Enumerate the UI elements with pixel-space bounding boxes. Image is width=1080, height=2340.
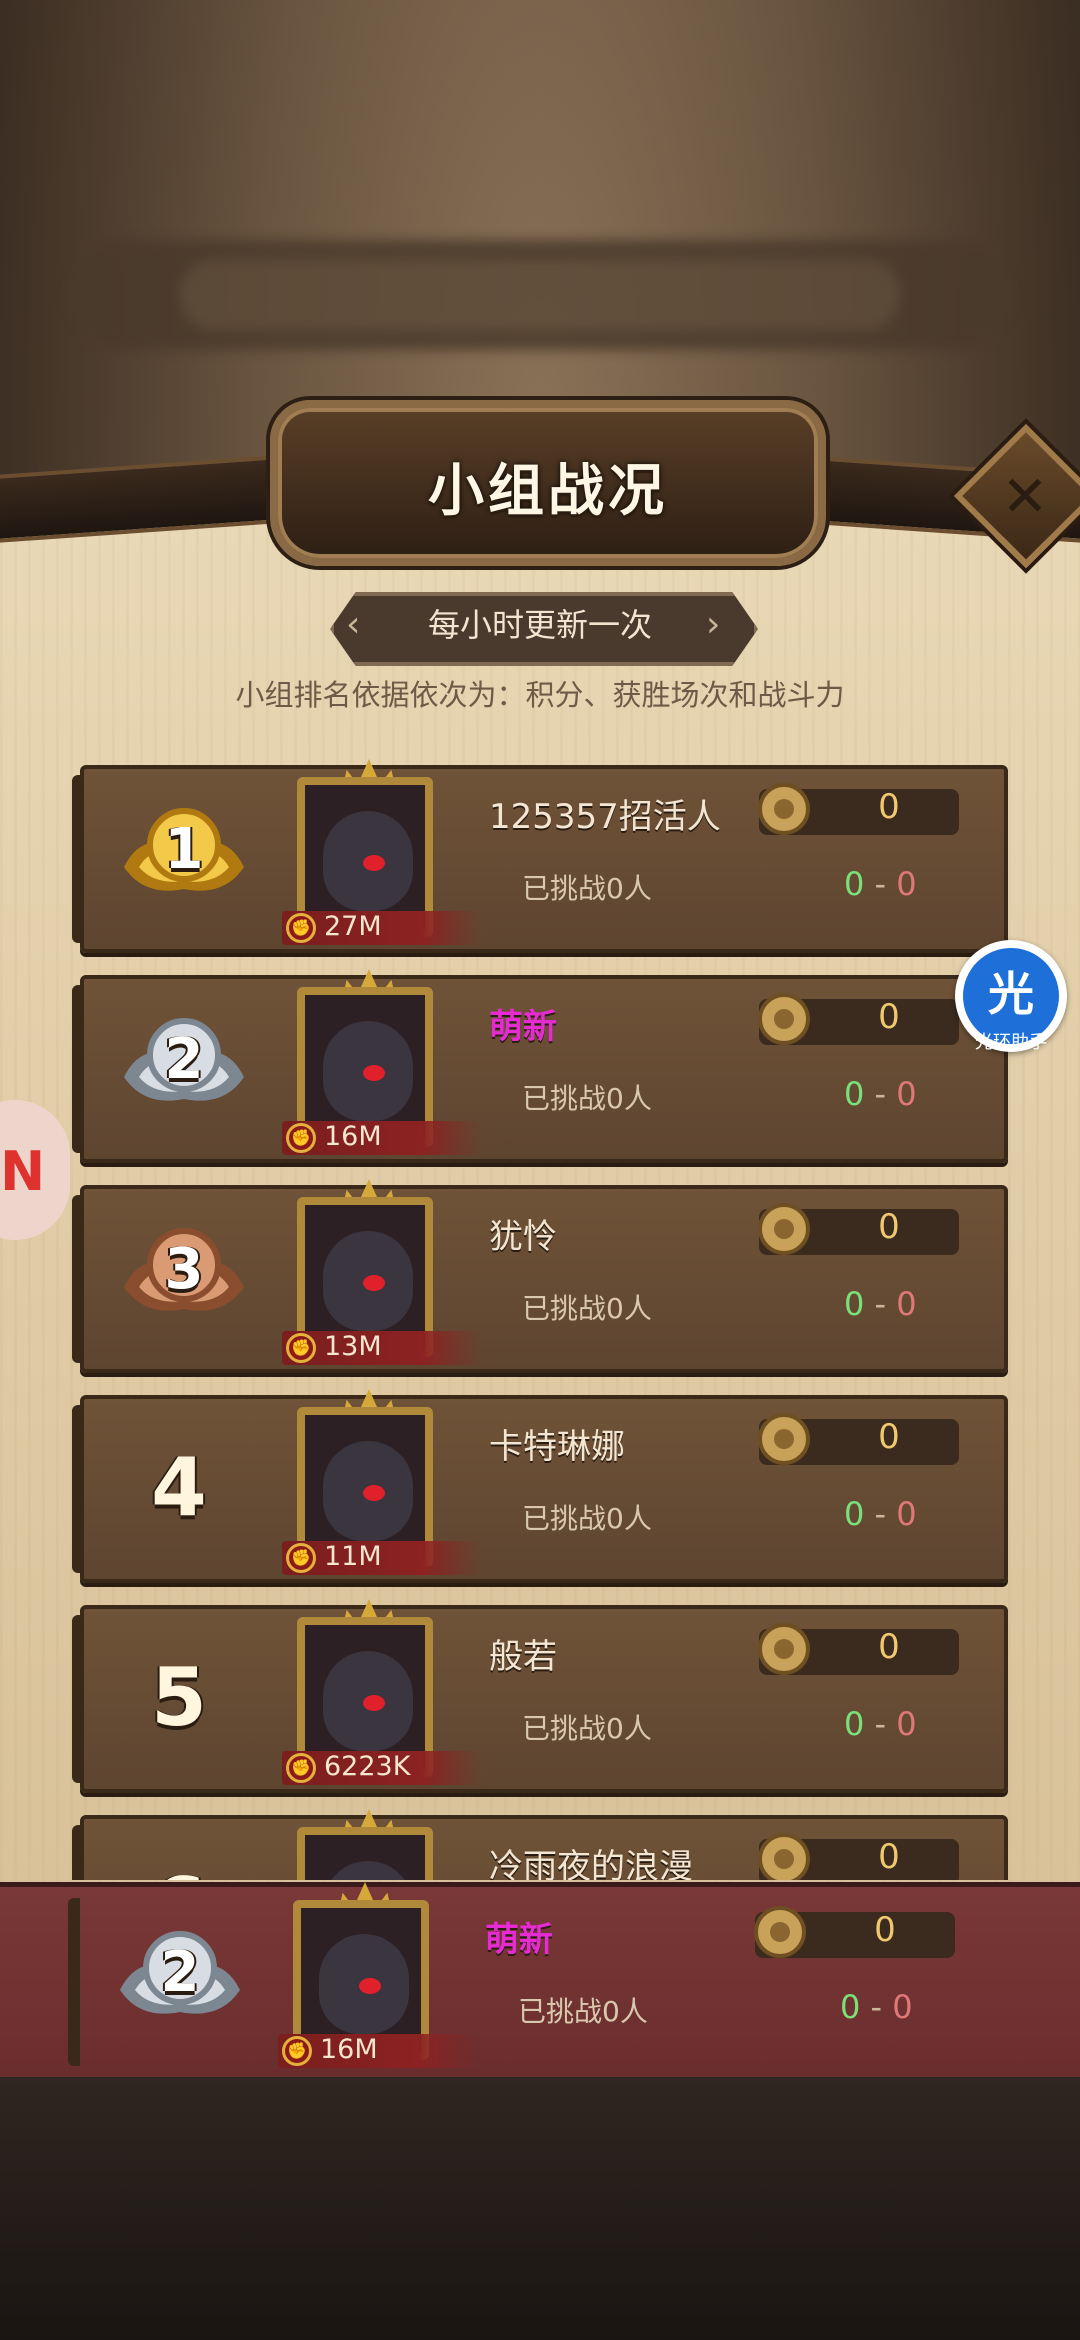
power-value: 13M	[324, 1331, 382, 1362]
power-badge: ✊ 6223K	[282, 1751, 482, 1785]
player-name: 萌新	[489, 1007, 557, 1047]
win-loss-record: 0 - 0	[844, 1705, 917, 1743]
win-loss-record: 0 - 0	[844, 865, 917, 903]
challenged-count: 已挑战0人	[522, 872, 652, 905]
power-value: 6223K	[324, 1751, 411, 1782]
challenged-count: 已挑战0人	[518, 1995, 648, 2028]
win-loss-record: 0 - 0	[840, 1988, 913, 2026]
score-emblem-icon	[758, 993, 810, 1045]
wins-value: 0	[844, 1285, 865, 1323]
losses-value: 0	[896, 1075, 917, 1113]
wins-value: 0	[844, 1075, 865, 1113]
fist-icon: ✊	[286, 1753, 316, 1783]
player-name: 125357招活人	[489, 797, 721, 837]
rank-number: 1	[164, 817, 204, 882]
player-name: 卡特琳娜	[489, 1427, 625, 1467]
score-value: 0	[878, 787, 900, 827]
challenged-count: 已挑战0人	[522, 1502, 652, 1535]
helper-float-button[interactable]: 光 光环助手	[955, 940, 1067, 1053]
score-emblem-icon	[758, 1623, 810, 1675]
wins-value: 0	[844, 1705, 865, 1743]
power-value: 11M	[324, 1541, 382, 1572]
fist-icon: ✊	[286, 1543, 316, 1573]
power-badge: ✊ 13M	[282, 1331, 482, 1365]
power-value: 16M	[320, 2034, 378, 2065]
losses-value: 0	[896, 1495, 917, 1533]
score-value: 0	[878, 997, 900, 1037]
helper-label: 光环助手	[975, 1032, 1047, 1053]
losses-value: 0	[896, 1705, 917, 1743]
losses-value: 0	[892, 1988, 913, 2026]
fist-icon: ✊	[286, 1333, 316, 1363]
win-loss-record: 0 - 0	[844, 1285, 917, 1323]
power-badge: ✊ 27M	[282, 911, 482, 945]
score-value: 0	[878, 1837, 900, 1877]
rank-number: 5	[151, 1651, 207, 1744]
challenged-count: 已挑战0人	[522, 1712, 652, 1745]
bottom-area	[0, 2077, 1080, 2340]
player-name: 萌新	[485, 1920, 553, 1960]
power-badge: ✊ 16M	[278, 2034, 478, 2068]
score-emblem-icon	[754, 1906, 806, 1958]
player-name: 冷雨夜的浪漫	[489, 1847, 693, 1880]
helper-icon: 光	[988, 967, 1034, 1021]
challenged-count: 已挑战0人	[522, 1082, 652, 1115]
ranking-row[interactable]: 1 ✊ 27M 125357招活人 已挑战0人 0 0 - 0	[72, 759, 1008, 953]
rank-number: 4	[151, 1441, 207, 1534]
side-float-icon: N	[0, 1140, 46, 1203]
power-badge: ✊ 11M	[282, 1541, 482, 1575]
avatar-frame	[297, 1827, 433, 1880]
score-value: 0	[874, 1910, 896, 1950]
player-avatar[interactable]	[289, 1809, 449, 1880]
power-badge: ✊ 16M	[282, 1121, 482, 1155]
score-value: 0	[878, 1207, 900, 1247]
wins-value: 0	[844, 1495, 865, 1533]
rank-number: 2	[160, 1940, 200, 2005]
fist-icon: ✊	[286, 913, 316, 943]
win-loss-record: 0 - 0	[844, 1075, 917, 1113]
challenged-count: 已挑战0人	[522, 1292, 652, 1325]
ranking-row[interactable]: 5 ✊ 6223K 般若 已挑战0人 0 0 - 0	[72, 1599, 1008, 1793]
score-emblem-icon	[758, 1833, 810, 1880]
player-name: 般若	[489, 1637, 557, 1677]
win-loss-record: 0 - 0	[844, 1495, 917, 1533]
fist-icon: ✊	[282, 2036, 312, 2066]
ranking-row[interactable]: 2 ✊ 16M 萌新 已挑战0人 0 0 - 0	[72, 969, 1008, 1163]
losses-value: 0	[896, 1285, 917, 1323]
rank-number: 6	[144, 1861, 214, 1880]
wins-value: 0	[844, 865, 865, 903]
my-rank-bar: 2 ✊ 16M 萌新 已挑战0人 0 0 - 0	[0, 1882, 1080, 2082]
rank-number: 2	[164, 1027, 204, 1092]
score-emblem-icon	[758, 1203, 810, 1255]
ranking-list[interactable]: 1 ✊ 27M 125357招活人 已挑战0人 0 0 - 0 2 ✊ 16M 萌新 已挑战0人 0 0 …	[0, 0, 1080, 1880]
ranking-row[interactable]: 4 ✊ 11M 卡特琳娜 已挑战0人 0 0 - 0	[72, 1389, 1008, 1583]
score-value: 0	[878, 1417, 900, 1457]
my-rank-row[interactable]: 2 ✊ 16M 萌新 已挑战0人 0 0 - 0	[68, 1882, 1000, 2072]
losses-value: 0	[896, 865, 917, 903]
ranking-row[interactable]: 6 冷雨夜的浪漫 0	[72, 1809, 1008, 1880]
power-value: 27M	[324, 911, 382, 942]
fist-icon: ✊	[286, 1123, 316, 1153]
rank-number: 3	[164, 1237, 204, 1302]
score-emblem-icon	[758, 1413, 810, 1465]
power-value: 16M	[324, 1121, 382, 1152]
player-name: 犹怜	[489, 1217, 557, 1257]
wins-value: 0	[840, 1988, 861, 2026]
score-emblem-icon	[758, 783, 810, 835]
ranking-row[interactable]: 3 ✊ 13M 犹怜 已挑战0人 0 0 - 0	[72, 1179, 1008, 1373]
score-value: 0	[878, 1627, 900, 1667]
